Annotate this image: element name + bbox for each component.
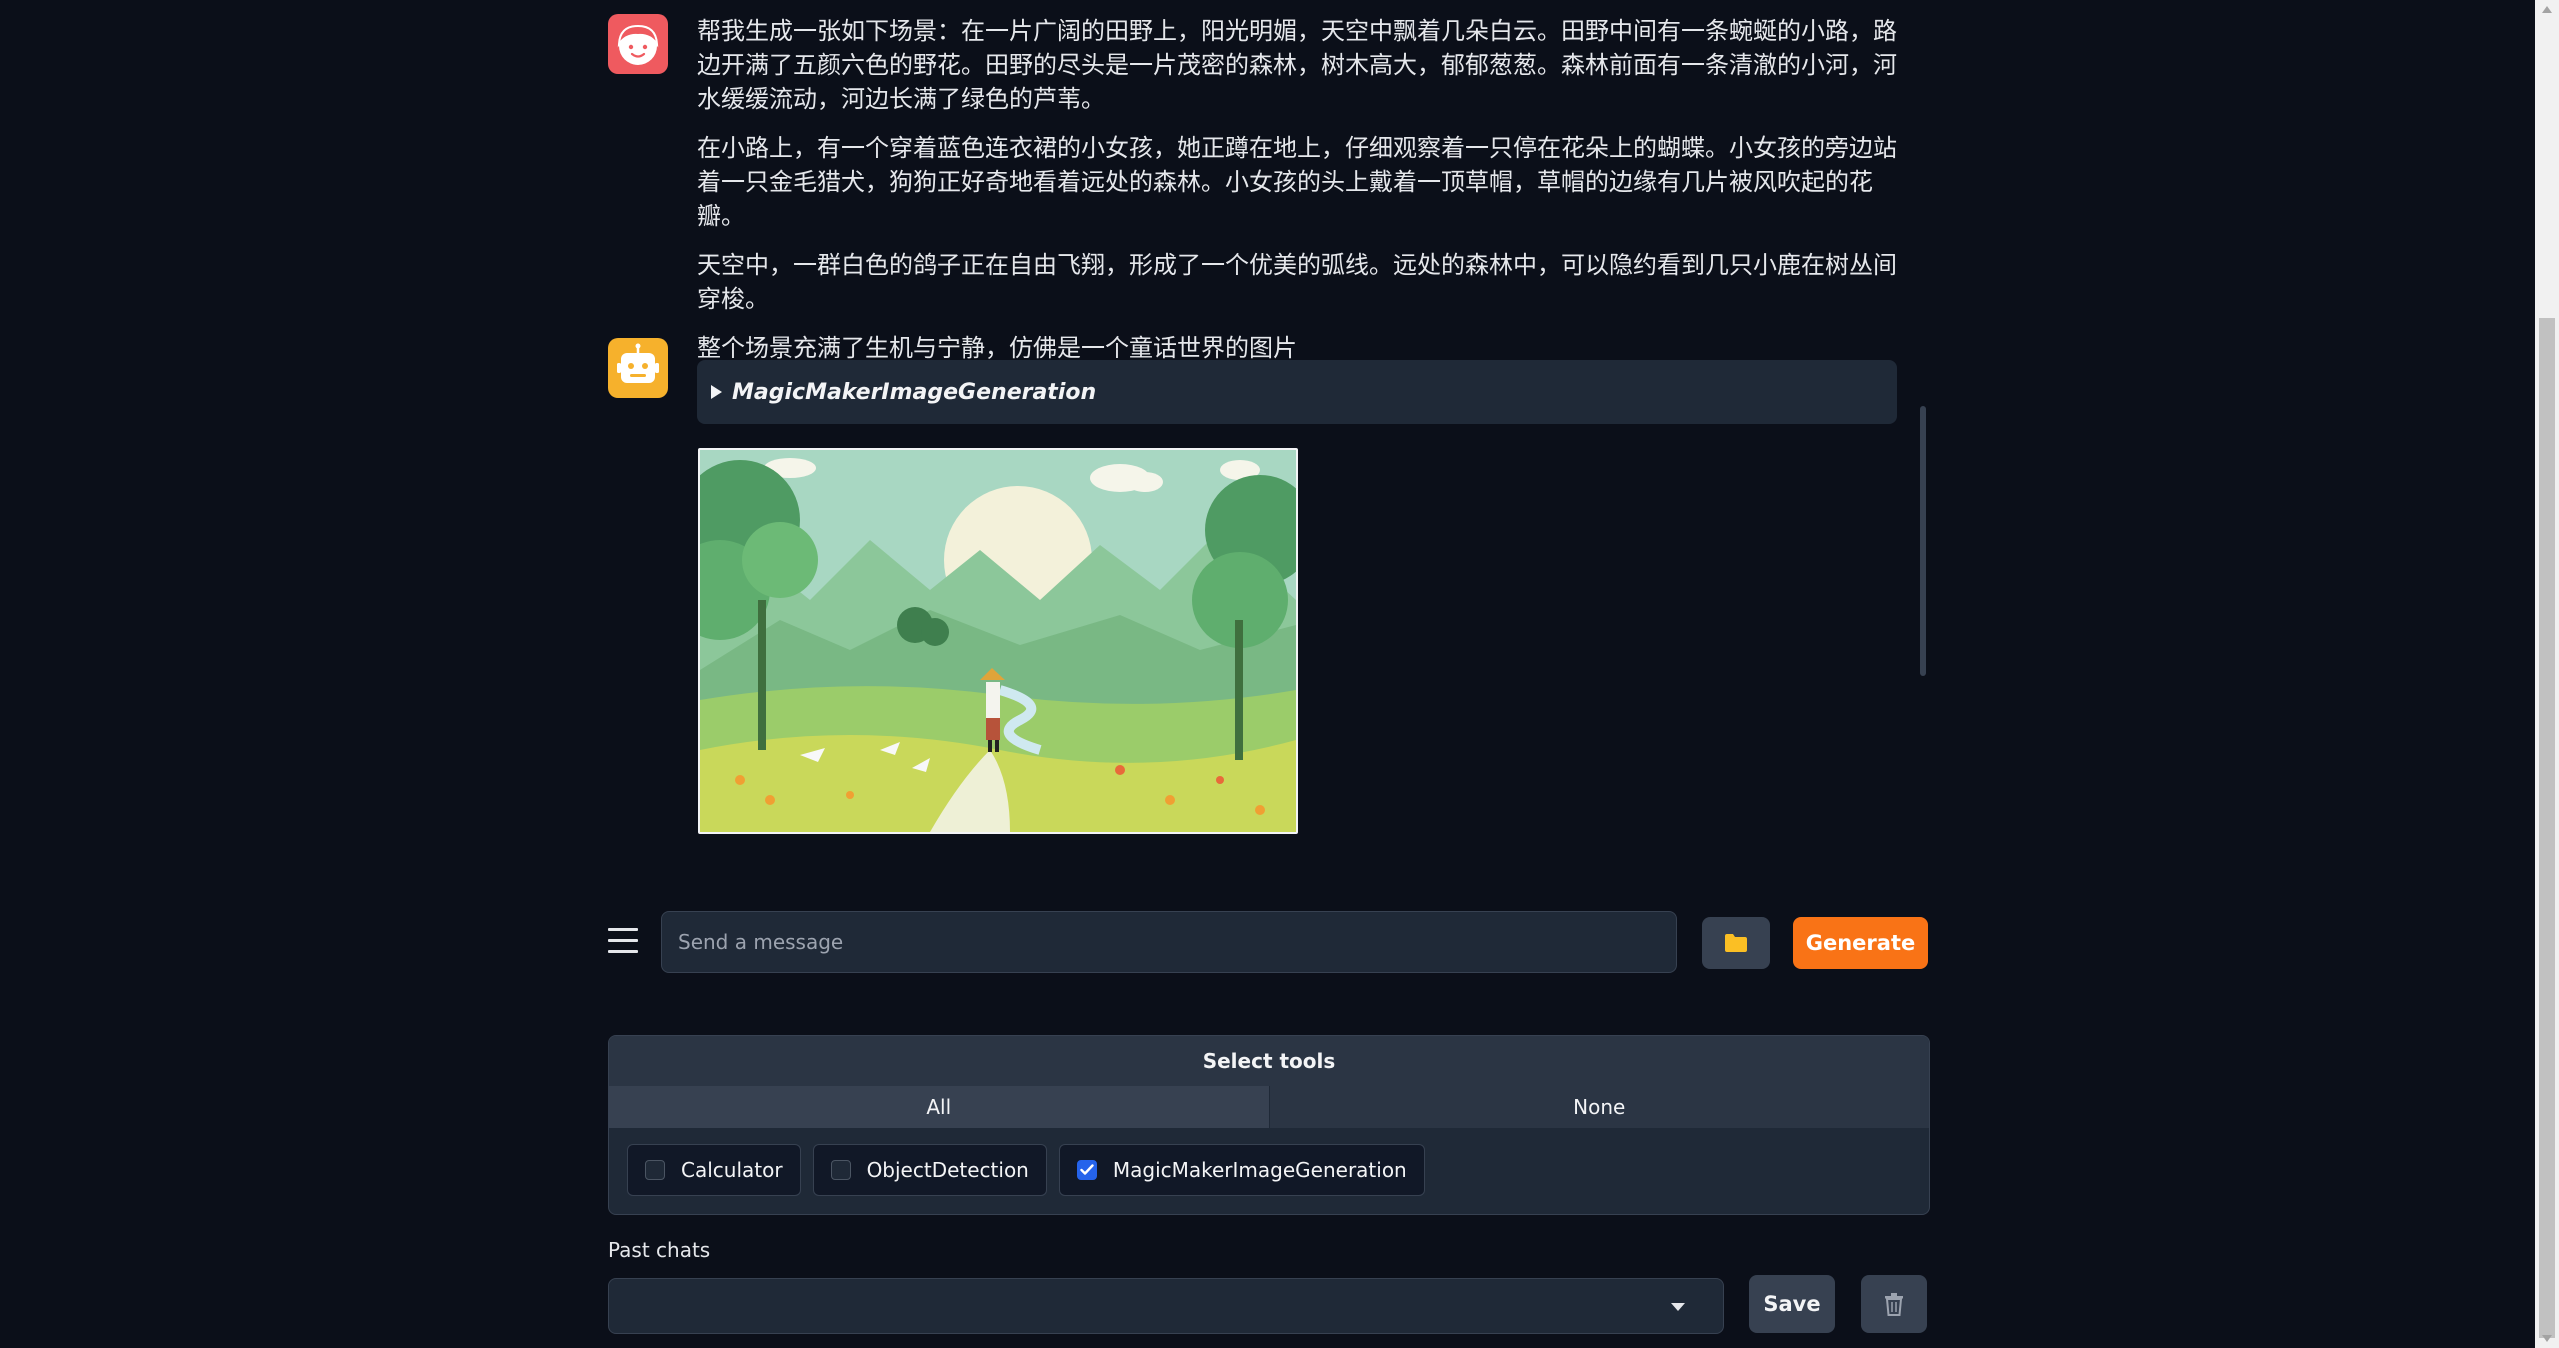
past-chats-select[interactable]	[608, 1278, 1724, 1334]
tool-option-label: ObjectDetection	[866, 1158, 1029, 1182]
message-input[interactable]	[661, 911, 1677, 973]
scrollbar-thumb[interactable]	[2539, 318, 2555, 1338]
tab-all[interactable]: All	[609, 1086, 1269, 1128]
chevron-down-icon	[1671, 1303, 1685, 1311]
user-message-paragraph: 天空中，一群白色的鸽子正在自由飞翔，形成了一个优美的弧线。远处的森林中，可以隐约…	[697, 251, 1897, 313]
magicmaker-image-generation-checkbox[interactable]	[1076, 1160, 1097, 1180]
tools-options: Calculator ObjectDetection MagicMakerIma…	[609, 1128, 1929, 1196]
tool-option-label: Calculator	[681, 1158, 783, 1182]
calculator-checkbox[interactable]	[645, 1160, 665, 1180]
tool-option-calculator[interactable]: Calculator	[627, 1144, 801, 1196]
tools-title: Select tools	[609, 1036, 1929, 1086]
robot-avatar-icon	[608, 338, 668, 398]
delete-button[interactable]	[1861, 1275, 1927, 1333]
save-button[interactable]: Save	[1749, 1275, 1835, 1333]
object-detection-checkbox[interactable]	[830, 1160, 851, 1180]
trash-icon	[1885, 1293, 1903, 1316]
hamburger-menu-icon[interactable]	[608, 928, 638, 954]
tool-call-details[interactable]: MagicMakerImageGeneration	[697, 360, 1897, 424]
scroll-up-arrow-icon[interactable]	[2542, 6, 2552, 13]
tool-option-magicmaker-image-generation[interactable]: MagicMakerImageGeneration	[1058, 1144, 1425, 1196]
generated-image[interactable]	[698, 448, 1298, 834]
page-scrollbar[interactable]	[2535, 0, 2559, 1348]
user-message-paragraph: 帮我生成一张如下场景：在一片广阔的田野上，阳光明媚，天空中飘着几朵白云。田野中间…	[697, 17, 1897, 113]
tool-option-object-detection[interactable]: ObjectDetection	[812, 1144, 1047, 1196]
user-message-paragraph: 在小路上，有一个穿着蓝色连衣裙的小女孩，她正蹲在地上，仔细观察着一只停在花朵上的…	[697, 134, 1897, 230]
tab-none[interactable]: None	[1268, 1086, 1929, 1128]
chat-scrollbar[interactable]	[1920, 406, 1926, 676]
past-chats-label: Past chats	[608, 1238, 711, 1262]
tool-option-label: MagicMakerImageGeneration	[1112, 1158, 1407, 1182]
folder-icon	[1725, 934, 1747, 952]
check-icon	[1080, 1164, 1094, 1175]
user-message: 帮我生成一张如下场景：在一片广阔的田野上，阳光明媚，天空中飘着几朵白云。田野中间…	[697, 14, 1897, 380]
scroll-down-arrow-icon[interactable]	[2542, 1335, 2552, 1342]
upload-button[interactable]	[1702, 917, 1770, 969]
tools-tabs: All None	[609, 1086, 1929, 1128]
tool-call-label: MagicMakerImageGeneration	[732, 379, 1097, 405]
tools-panel: Select tools All None Calculator ObjectD…	[608, 1035, 1930, 1215]
user-avatar-icon	[608, 14, 668, 74]
generate-button[interactable]: Generate	[1793, 917, 1928, 969]
triangle-right-icon	[711, 385, 722, 399]
